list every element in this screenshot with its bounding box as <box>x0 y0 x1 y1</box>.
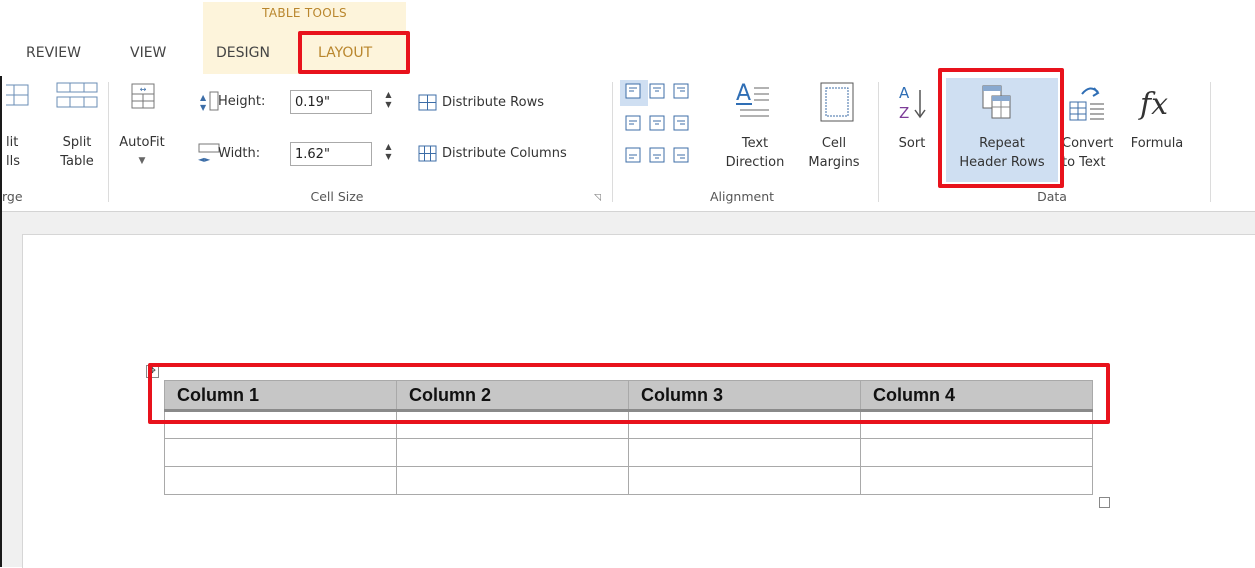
group-separator <box>612 82 613 202</box>
formula-icon: fx <box>1138 80 1178 126</box>
repeat-header-rows-highlight <box>938 68 1064 188</box>
ribbon-layout-panel: lit lls Split Table rge ↔ AutoFit ▼ ▲ ▼ H… <box>0 76 1255 212</box>
ribbon-tab-bar: TABLE TOOLS REVIEW VIEW DESIGN LAYOUT <box>0 0 1255 76</box>
autofit-label: AutoFit <box>119 135 165 150</box>
table-cell[interactable] <box>628 438 861 467</box>
header-row-highlight <box>148 363 1110 424</box>
table-cell[interactable] <box>164 438 397 467</box>
layout-tab-highlight <box>298 31 410 74</box>
formula-button[interactable]: Formula <box>1124 134 1190 153</box>
group-separator <box>1210 82 1211 202</box>
row-height-icon: ▲ ▼ <box>198 90 220 116</box>
sort-icon: AZ <box>898 82 928 128</box>
group-separator <box>108 82 109 202</box>
width-input[interactable]: 1.62" <box>290 142 372 166</box>
table-row <box>164 438 1093 467</box>
split-table-icon <box>56 82 98 112</box>
cell-margins-icon <box>820 82 854 126</box>
alignment-grid-icon <box>620 80 706 174</box>
cell-margins-label-2: Margins <box>808 155 860 170</box>
text-direction-label-1: Text <box>741 136 769 151</box>
text-direction-button[interactable]: Text Direction <box>722 134 788 172</box>
split-table-button[interactable]: Split Table <box>52 133 102 171</box>
cell-size-group-label: Cell Size <box>310 189 364 204</box>
split-cells-label-1: lit <box>6 135 19 150</box>
tab-view[interactable]: VIEW <box>130 45 166 61</box>
distribute-rows-button[interactable]: Distribute Rows <box>442 93 544 112</box>
group-separator <box>878 82 879 202</box>
svg-text:A: A <box>736 81 751 106</box>
svg-text:◄►: ◄► <box>198 155 211 164</box>
width-label: Width: <box>218 146 261 161</box>
table-cell[interactable] <box>860 466 1093 495</box>
svg-text:▼: ▼ <box>200 103 207 112</box>
sort-button[interactable]: Sort <box>894 134 930 153</box>
convert-to-text-label-1: Convert <box>1062 136 1114 151</box>
column-width-icon: ◄► <box>198 142 220 168</box>
table-cell[interactable] <box>396 466 629 495</box>
table-resize-handle[interactable] <box>1099 497 1110 508</box>
convert-to-text-label-2: to Text <box>1062 155 1106 170</box>
svg-text:▲: ▲ <box>200 93 207 102</box>
text-direction-icon: A <box>736 80 772 126</box>
split-cells-icon <box>0 82 32 112</box>
distribute-rows-icon <box>418 94 438 116</box>
tab-review[interactable]: REVIEW <box>26 45 81 61</box>
convert-to-text-icon <box>1068 84 1108 128</box>
height-label: Height: <box>218 94 266 109</box>
split-cells-button[interactable]: lit lls <box>6 133 28 171</box>
distribute-columns-button[interactable]: Distribute Columns <box>442 144 567 163</box>
text-direction-label-2: Direction <box>725 155 785 170</box>
table-cell[interactable] <box>164 466 397 495</box>
autofit-button[interactable]: AutoFit ▼ <box>114 133 170 171</box>
data-group-label: Data <box>1037 189 1067 204</box>
split-cells-label-2: lls <box>6 154 20 169</box>
autofit-chevron-down-icon: ▼ <box>138 156 146 166</box>
svg-text:↔: ↔ <box>140 85 147 94</box>
svg-text:A: A <box>899 84 910 102</box>
width-spinner[interactable]: ▲ ▼ <box>382 142 395 166</box>
merge-group-label: rge <box>2 189 23 204</box>
split-table-label-2: Table <box>60 154 94 169</box>
alignment-group-label: Alignment <box>709 189 775 204</box>
cell-margins-label-1: Cell <box>821 136 847 151</box>
distribute-columns-icon <box>418 145 438 167</box>
cell-margins-button[interactable]: Cell Margins <box>802 134 866 172</box>
table-cell[interactable] <box>860 438 1093 467</box>
cell-size-dialog-launcher-icon[interactable]: ◹ <box>594 193 601 203</box>
table-row <box>164 466 1093 495</box>
autofit-icon: ↔ <box>130 82 156 114</box>
table-cell[interactable] <box>396 438 629 467</box>
height-spinner[interactable]: ▲ ▼ <box>382 90 395 114</box>
table-tools-label: TABLE TOOLS <box>262 6 347 20</box>
tab-design[interactable]: DESIGN <box>216 45 270 61</box>
split-table-label-1: Split <box>62 135 92 150</box>
svg-text:Z: Z <box>899 104 909 122</box>
convert-to-text-button[interactable]: Convert to Text <box>1062 134 1122 172</box>
table-cell[interactable] <box>628 466 861 495</box>
svg-text:fx: fx <box>1138 87 1168 122</box>
height-input[interactable]: 0.19" <box>290 90 372 114</box>
